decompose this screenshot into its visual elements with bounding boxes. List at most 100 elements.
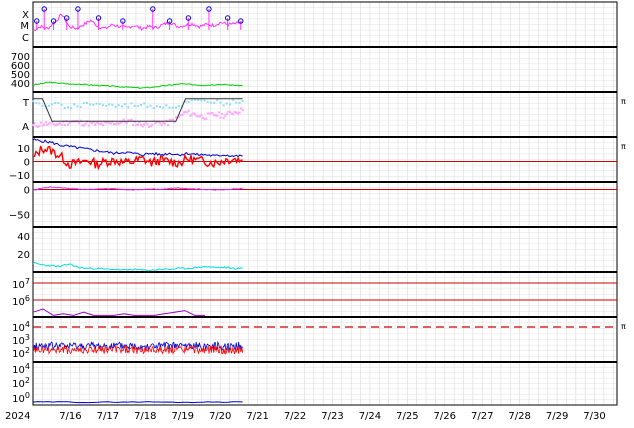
marker-a [43, 123, 46, 126]
x-tick-label: 7/21 [246, 411, 268, 422]
axis-label-t: T [22, 98, 30, 109]
marker-t [139, 103, 142, 106]
marker-t [95, 102, 98, 105]
marker-a [225, 112, 228, 115]
series-proton-flux [32, 308, 205, 316]
right-marker: π [621, 142, 626, 151]
marker-a [171, 118, 174, 121]
right-marker: π [621, 97, 626, 106]
y-tick-label: 107 [12, 277, 30, 291]
marker-t [241, 100, 244, 102]
marker-t [200, 99, 203, 102]
marker-t [187, 100, 190, 103]
marker-a [93, 123, 97, 126]
marker-t [57, 101, 60, 104]
marker-a [87, 124, 90, 127]
marker-t [136, 105, 139, 108]
x-tick-label: 7/20 [209, 411, 231, 422]
marker-a [132, 123, 135, 127]
marker-a [101, 124, 105, 127]
marker-t [174, 106, 177, 109]
marker-t [82, 102, 85, 105]
marker-t [98, 102, 101, 105]
marker-a [166, 123, 170, 127]
marker-t [159, 105, 162, 108]
marker-t [79, 105, 82, 108]
axis-label-x: X [22, 10, 29, 21]
marker-t [209, 101, 212, 104]
x-tick-label: 7/23 [321, 411, 343, 422]
marker-t [54, 102, 57, 105]
series-solar-wind-speed [33, 81, 243, 89]
x-tick-label: 7/18 [134, 411, 156, 422]
marker-t [222, 104, 225, 107]
marker-t [89, 103, 92, 106]
x-year-label: 2024 [5, 411, 30, 422]
marker-t [35, 102, 38, 105]
marker-t [225, 102, 228, 105]
marker-a [39, 121, 43, 124]
marker-t [216, 99, 219, 102]
marker-a [232, 113, 235, 116]
marker-t [108, 103, 111, 106]
marker-t [127, 106, 130, 109]
axis-label-c: C [22, 33, 29, 44]
marker-a [63, 123, 66, 127]
y-tick-label: 104 [12, 320, 30, 334]
marker-t [32, 100, 34, 103]
marker-t [111, 103, 114, 106]
marker-t [206, 100, 209, 103]
marker-a [84, 122, 87, 125]
marker-a [163, 122, 167, 125]
marker-a [219, 116, 222, 119]
marker-a [159, 122, 162, 125]
marker-t [114, 105, 117, 108]
y-tick-label: 100 [12, 391, 30, 405]
marker-a [122, 118, 125, 121]
axis-label-a: A [22, 122, 29, 133]
marker-t [66, 106, 69, 109]
marker-t [228, 103, 231, 106]
marker-t [47, 104, 50, 107]
marker-a [151, 123, 154, 126]
marker-a [44, 121, 47, 124]
marker-t [73, 103, 76, 106]
x-tick-label: 7/16 [59, 411, 81, 422]
marker-a [200, 113, 203, 117]
marker-t [213, 101, 216, 104]
x-tick-label: 7/30 [583, 411, 605, 422]
marker-t [190, 99, 193, 102]
marker-t [60, 103, 63, 106]
x-tick-label: 7/17 [97, 411, 119, 422]
marker-t [105, 104, 108, 107]
y-tick-label: 700 [11, 52, 30, 63]
marker-t [165, 104, 168, 107]
marker-t [155, 105, 158, 108]
marker-t [133, 104, 136, 107]
marker-t [152, 107, 155, 110]
marker-a [130, 118, 133, 121]
marker-t [41, 104, 44, 107]
marker-a [141, 125, 144, 128]
marker-t [146, 105, 149, 108]
marker-t [38, 102, 41, 105]
marker-t [203, 99, 206, 102]
marker-t [178, 105, 181, 108]
x-tick-label: 7/25 [396, 411, 418, 422]
y-tick-label: 102 [12, 346, 30, 360]
x-tick-label: 7/26 [434, 411, 456, 422]
y-tick-label: 20 [17, 250, 30, 261]
marker-a [146, 122, 149, 126]
marker-t [85, 102, 88, 105]
marker-t [51, 103, 54, 106]
space-weather-chart: X M C 400 500 600 700 T Aπ 10 0 −10 π 0 −50 20 40 107 106 1… [0, 0, 634, 424]
series-density [32, 262, 243, 272]
y-tick-label: 0 [24, 186, 30, 197]
axis-label-m: M [20, 21, 29, 32]
marker-a [136, 123, 140, 126]
x-tick-label: 7/29 [546, 411, 568, 422]
marker-a [33, 122, 36, 125]
marker-a [143, 123, 146, 126]
y-tick-label: 102 [12, 376, 30, 390]
marker-t [120, 105, 123, 108]
